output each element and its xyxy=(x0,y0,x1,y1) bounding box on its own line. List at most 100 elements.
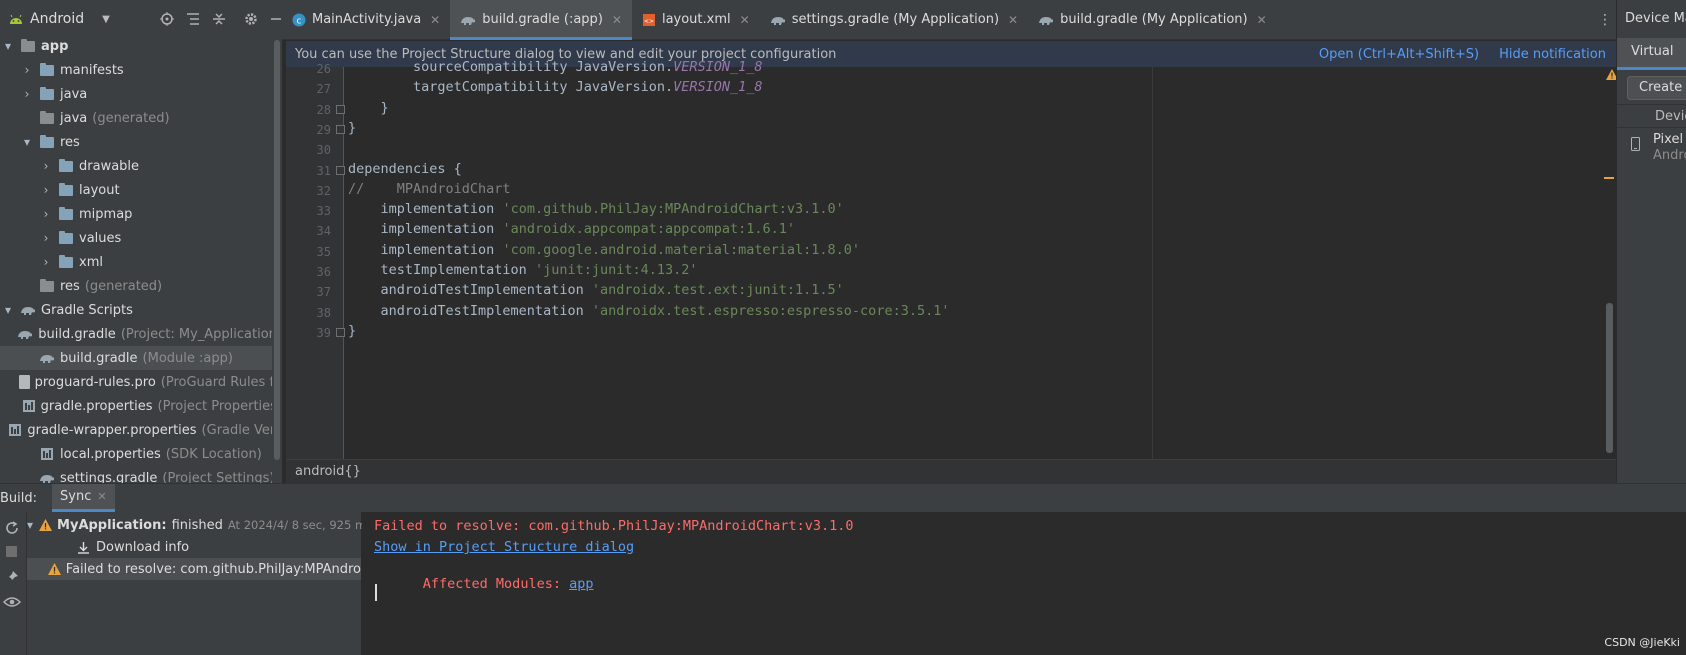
project-tree-item[interactable]: gradle-wrapper.properties(Gradle Vers xyxy=(0,418,272,442)
project-tree-item[interactable]: › layout xyxy=(0,178,272,202)
project-view-selector[interactable]: Android xyxy=(30,11,84,27)
project-tree-item[interactable]: › mipmap xyxy=(0,202,272,226)
chevron-right-icon[interactable]: › xyxy=(40,231,52,245)
project-tree-item[interactable]: › java xyxy=(0,82,272,106)
minimize-icon[interactable] xyxy=(270,13,282,25)
affected-module-link[interactable]: app xyxy=(569,576,593,592)
project-tree-item[interactable]: ▾ app xyxy=(0,37,272,58)
build-tree-item[interactable]: Failed to resolve: com.github.PhilJay:MP… xyxy=(27,558,361,580)
chevron-down-icon[interactable]: ▾ xyxy=(2,39,14,53)
show-project-structure-link[interactable]: Show in Project Structure dialog xyxy=(374,539,634,555)
chevron-right-icon[interactable]: › xyxy=(40,159,52,173)
download-icon xyxy=(75,539,91,555)
tab-overflow-icon[interactable]: ⋮ xyxy=(1598,12,1612,28)
create-device-button[interactable]: Create D xyxy=(1627,76,1686,100)
pin-icon[interactable] xyxy=(4,569,20,585)
close-icon[interactable]: ✕ xyxy=(1257,13,1267,27)
tab-virtual[interactable]: Virtual xyxy=(1617,38,1686,70)
project-tree-label: layout xyxy=(79,182,120,198)
project-tree-item[interactable]: res (generated) xyxy=(0,274,272,298)
properties-icon xyxy=(39,446,55,462)
editor-tab-label: build.gradle (My Application) xyxy=(1060,12,1248,27)
project-tree-item[interactable]: java (generated) xyxy=(0,106,272,130)
code-token: 'androidx.test.ext:junit:1.1.5' xyxy=(591,282,844,299)
chevron-down-icon[interactable]: ▼ xyxy=(102,14,110,25)
chevron-right-icon[interactable]: › xyxy=(40,207,52,221)
svg-text:<>: <> xyxy=(644,18,654,25)
project-tree-item[interactable]: build.gradle (Project: My_Application) xyxy=(0,322,272,346)
project-tree-item[interactable]: local.properties (SDK Location) xyxy=(0,442,272,466)
generated-folder-icon xyxy=(39,110,55,126)
chevron-down-icon[interactable]: ▾ xyxy=(27,518,33,532)
res-folder-icon xyxy=(39,134,55,150)
code-line: } xyxy=(348,323,356,339)
code-token: 'com.github.PhilJay:MPAndroidChart:v3.1.… xyxy=(502,201,844,218)
chevron-down-icon[interactable]: ▾ xyxy=(21,135,33,149)
project-scrollbar[interactable] xyxy=(274,40,280,460)
project-tree-item[interactable]: ▾ Gradle Scripts xyxy=(0,298,272,322)
locate-icon[interactable] xyxy=(159,12,174,26)
expand-all-icon[interactable] xyxy=(186,12,200,26)
chevron-right-icon[interactable]: › xyxy=(21,87,33,101)
build-time: At 2024/4/ 8 sec, 925 ms xyxy=(227,518,373,532)
code-line: dependencies { xyxy=(348,161,462,177)
folder-icon xyxy=(58,158,74,174)
gradle-icon xyxy=(20,302,36,318)
gradle-icon xyxy=(1038,14,1054,26)
chevron-right-icon[interactable]: › xyxy=(21,63,33,77)
breadcrumb[interactable]: android{} xyxy=(286,459,1616,483)
project-tree-label: gradle.properties xyxy=(40,398,153,414)
code-line: } xyxy=(348,100,389,116)
project-tree-item[interactable]: build.gradle (Module :app) xyxy=(0,346,272,370)
project-tree-label: res xyxy=(60,278,80,294)
project-tree-item[interactable]: › xml xyxy=(0,250,272,274)
sync-icon[interactable] xyxy=(4,520,20,536)
file-icon xyxy=(18,374,30,390)
editor-tab[interactable]: settings.gradle (My Application) ✕ xyxy=(760,0,1028,40)
stop-icon[interactable] xyxy=(6,546,17,557)
open-project-structure-link[interactable]: Open (Ctrl+Alt+Shift+S) xyxy=(1319,47,1479,62)
tab-sync[interactable]: Sync ✕ xyxy=(52,484,115,512)
gear-icon[interactable] xyxy=(244,12,258,26)
build-tree-item[interactable]: ▾ MyApplication: finished At 2024/4/ 8 sec,… xyxy=(27,514,372,536)
affected-modules-label: Affected Modules: xyxy=(422,576,570,592)
project-tree-item[interactable]: proguard-rules.pro (ProGuard Rules fo xyxy=(0,370,272,394)
chevron-right-icon[interactable]: › xyxy=(40,255,52,269)
close-icon[interactable]: ✕ xyxy=(430,13,440,27)
chevron-down-icon[interactable]: ▾ xyxy=(2,303,14,317)
collapse-all-icon[interactable] xyxy=(212,12,226,26)
editor-scrollbar[interactable] xyxy=(1606,303,1613,453)
code-editor[interactable]: 26 27 28 29 30 31 32 33 34 35 36 37 38 39 sourceCompa… xyxy=(286,59,1618,459)
build-tree-item[interactable]: Download info xyxy=(27,536,361,558)
editor-tab[interactable]: <> layout.xml ✕ xyxy=(632,0,760,40)
chevron-right-icon[interactable]: › xyxy=(40,183,52,197)
project-tree-item[interactable]: ▾ res xyxy=(0,130,272,154)
build-console[interactable]: Failed to resolve: com.github.PhilJay:MP… xyxy=(362,512,1686,655)
project-tree-item[interactable]: › values xyxy=(0,226,272,250)
eye-icon[interactable] xyxy=(3,596,21,608)
close-icon[interactable]: ✕ xyxy=(612,13,622,27)
folder-icon xyxy=(58,206,74,222)
close-icon[interactable]: ✕ xyxy=(1008,13,1018,27)
editor-tab[interactable]: c MainActivity.java ✕ xyxy=(282,0,450,40)
project-tree-item[interactable]: › drawable xyxy=(0,154,272,178)
code-token: 'androidx.appcompat:appcompat:1.6.1' xyxy=(502,221,796,238)
editor-tab[interactable]: build.gradle (:app) ✕ xyxy=(450,0,632,40)
hide-notification-link[interactable]: Hide notification xyxy=(1499,47,1606,62)
project-tree-item[interactable]: gradle.properties (Project Properties) xyxy=(0,394,272,418)
close-icon[interactable]: ✕ xyxy=(97,490,106,503)
error-stripe-mark[interactable] xyxy=(1604,177,1614,179)
device-row[interactable]: Pixel 6 Androi xyxy=(1617,128,1686,168)
close-icon[interactable]: ✕ xyxy=(740,13,750,27)
watermark: CSDN @JieKki xyxy=(1604,636,1680,649)
build-header: Build: Sync ✕ xyxy=(0,484,1686,512)
code-line: testImplementation 'junit:junit:4.13.2' xyxy=(348,262,698,278)
project-tree-item[interactable]: › manifests xyxy=(0,58,272,82)
code-token: targetCompatibility JavaVersion. xyxy=(348,79,674,96)
project-tree-hint: (Gradle Vers xyxy=(201,422,272,438)
folder-icon xyxy=(58,182,74,198)
breadcrumb-item[interactable]: android{} xyxy=(295,464,361,479)
project-tree-item[interactable]: settings.gradle (Project Settings) xyxy=(0,466,272,483)
build-status: finished xyxy=(171,517,223,533)
editor-tab[interactable]: build.gradle (My Application) ✕ xyxy=(1028,0,1277,40)
